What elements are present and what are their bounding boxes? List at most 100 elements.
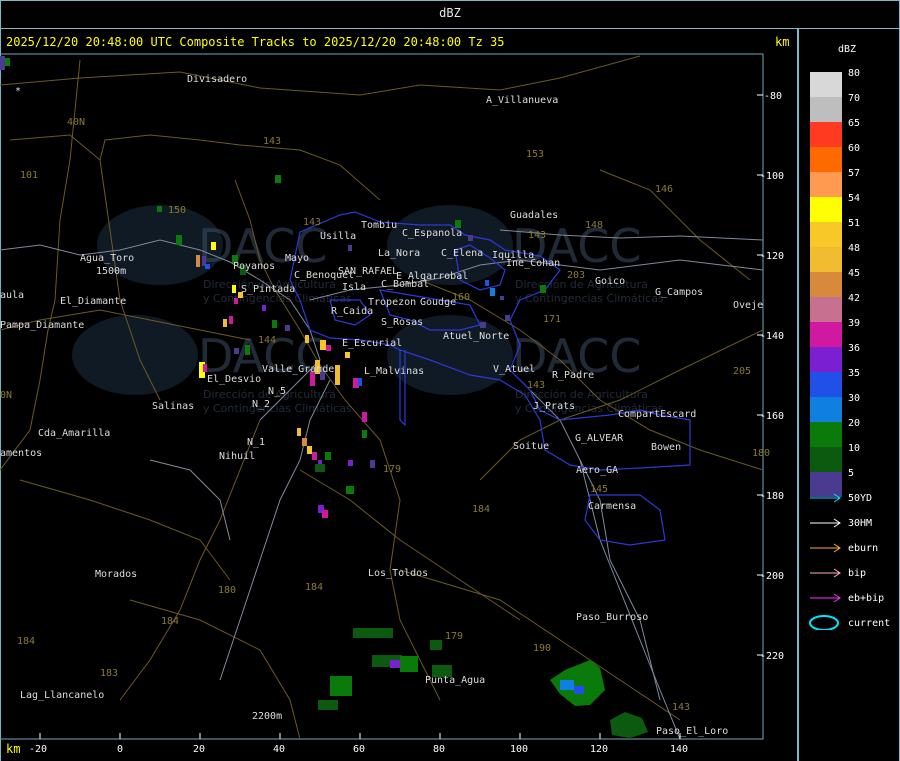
y-tick-label: -200 bbox=[760, 571, 784, 582]
track-legend-label: eb+bip bbox=[848, 593, 885, 604]
place-label: L_Malvinas bbox=[364, 366, 424, 377]
x-tick-label: 140 bbox=[670, 744, 688, 755]
place-label: Paso_Burroso bbox=[576, 612, 648, 623]
route-label: 143 bbox=[528, 230, 546, 241]
track-legend-label: 50YD bbox=[848, 493, 873, 504]
place-label: Lag_Llancanelo bbox=[20, 690, 104, 701]
route-label: 160 bbox=[452, 292, 470, 303]
track-legend-label: eburn bbox=[848, 543, 879, 554]
route-label: 143 bbox=[263, 136, 281, 147]
place-label: Soitue bbox=[513, 441, 549, 452]
header-timestamp: 2025/12/20 20:48:00 UTC Composite Tracks… bbox=[6, 35, 505, 49]
place-label: S_Pintada bbox=[241, 284, 295, 295]
legend-swatch bbox=[810, 322, 842, 347]
legend-value-label: 39 bbox=[848, 318, 861, 329]
route-label: 148 bbox=[585, 220, 603, 231]
x-tick-label: 120 bbox=[590, 744, 608, 755]
arrow-icon bbox=[810, 493, 841, 503]
place-label: aula bbox=[0, 290, 24, 301]
track-legend-label: bip bbox=[848, 568, 867, 579]
place-label: 40N bbox=[67, 117, 85, 128]
route-label: 180 bbox=[752, 448, 770, 459]
arrow-icon bbox=[810, 518, 841, 528]
place-label: C_Elena bbox=[441, 248, 483, 259]
legend-value-label: 54 bbox=[848, 193, 861, 204]
y-tick-label: -220 bbox=[760, 651, 784, 662]
track-legend-label: current bbox=[848, 618, 891, 629]
place-label: E_Escurial bbox=[342, 338, 402, 349]
legend-value-label: 36 bbox=[848, 343, 861, 354]
track-legend-label: 30HM bbox=[848, 518, 873, 529]
route-label: 143 bbox=[672, 702, 690, 713]
legend-value-label: 30 bbox=[848, 393, 861, 404]
legend-value-label: 10 bbox=[848, 443, 861, 454]
place-label: Goudge bbox=[420, 297, 456, 308]
place-label: El_Desvio bbox=[207, 374, 261, 385]
place-label: Cda_Amarilla bbox=[38, 428, 110, 439]
radar-map[interactable]: DACC Dirección de Agricultura y Continge… bbox=[0, 0, 900, 761]
place-label: Bowen bbox=[651, 442, 681, 453]
x-tick-label: 60 bbox=[353, 744, 365, 755]
route-label: 101 bbox=[20, 170, 38, 181]
dacc-watermark-line2: y Contingencias Climáticas bbox=[515, 292, 664, 305]
route-label: 146 bbox=[655, 184, 673, 195]
place-label: SAN_RAFAEL bbox=[338, 266, 398, 277]
route-label: 143 bbox=[527, 380, 545, 391]
route-label: 179 bbox=[383, 464, 401, 475]
place-label: amentos bbox=[0, 448, 42, 459]
route-label: 180 bbox=[218, 585, 236, 596]
legend-swatch bbox=[810, 347, 842, 372]
place-label: Nihuil bbox=[219, 451, 255, 462]
legend-swatch bbox=[810, 397, 842, 422]
route-label: 184 bbox=[472, 504, 490, 515]
legend-value-label: 57 bbox=[848, 168, 861, 179]
legend-swatch bbox=[810, 297, 842, 322]
place-label: Morados bbox=[95, 569, 137, 580]
place-label: CompartEscard bbox=[618, 409, 696, 420]
legend-value-label: 65 bbox=[848, 118, 861, 129]
place-label: S_Rosas bbox=[381, 317, 423, 328]
x-tick-label: 80 bbox=[433, 744, 445, 755]
legend-value-label: 42 bbox=[848, 293, 861, 304]
place-label: A_Villanueva bbox=[486, 95, 558, 106]
route-label: 190 bbox=[533, 643, 551, 654]
route-label: 179 bbox=[445, 631, 463, 642]
place-label: Isla bbox=[342, 282, 366, 293]
place-label: 2200m bbox=[252, 711, 282, 722]
place-label: R_Padre bbox=[552, 370, 594, 381]
dacc-watermark-line2: y Contingencias Climáticas bbox=[203, 402, 352, 415]
legend-swatch bbox=[810, 372, 842, 397]
legend-swatch bbox=[810, 197, 842, 222]
route-label: 144 bbox=[258, 335, 276, 346]
route-label: 150 bbox=[168, 205, 186, 216]
place-label: El_Diamante bbox=[60, 296, 126, 307]
x-tick-label: -20 bbox=[29, 744, 47, 755]
arrow-icon bbox=[810, 568, 841, 578]
place-label: C_Bombal bbox=[381, 279, 429, 290]
place-label: Salinas bbox=[152, 401, 194, 412]
place-label: J_Prats bbox=[533, 401, 575, 412]
x-tick-label: 0 bbox=[117, 744, 123, 755]
legend-swatch bbox=[810, 272, 842, 297]
place-label: Pampa_Diamante bbox=[0, 320, 84, 331]
km-unit-label: km bbox=[775, 35, 790, 49]
legend-swatch bbox=[810, 122, 842, 147]
legend-swatch bbox=[810, 447, 842, 472]
legend-value-label: 35 bbox=[848, 368, 861, 379]
place-label: 1500m bbox=[96, 266, 126, 277]
y-tick-label: -180 bbox=[760, 491, 784, 502]
place-label: Ine_Cohan bbox=[506, 258, 560, 269]
route-label: 184 bbox=[17, 636, 35, 647]
route-label: 171 bbox=[543, 314, 561, 325]
place-label: Goico bbox=[595, 276, 625, 287]
place-label: V_Atuel bbox=[493, 364, 535, 375]
legend-value-label: 20 bbox=[848, 418, 861, 429]
route-label: 205 bbox=[733, 366, 751, 377]
legend-title: dBZ bbox=[838, 44, 857, 55]
place-label: Agua_Toro bbox=[80, 253, 134, 264]
route-label: 203 bbox=[567, 270, 585, 281]
x-tick-label: 100 bbox=[510, 744, 528, 755]
place-label: Oveje bbox=[733, 300, 763, 311]
route-label: 184 bbox=[305, 582, 323, 593]
legend-swatch bbox=[810, 247, 842, 272]
